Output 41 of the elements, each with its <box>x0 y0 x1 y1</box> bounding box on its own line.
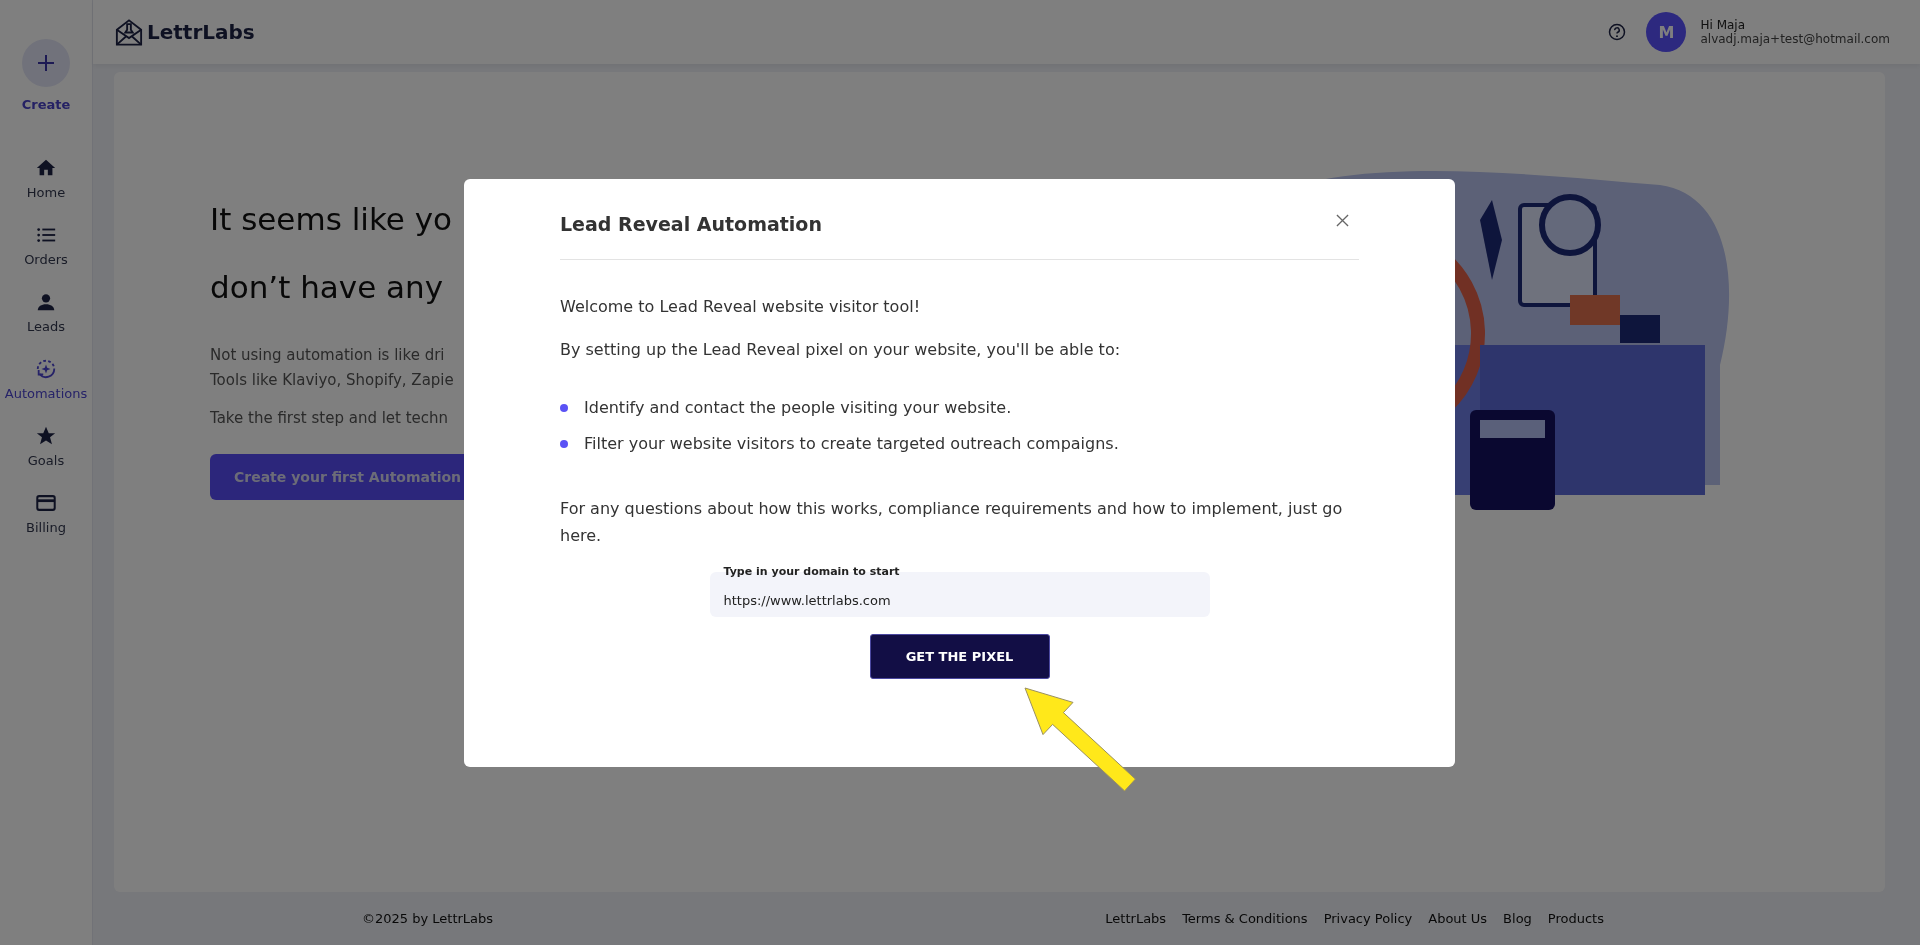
nav-item[interactable]: Home <box>26 157 66 200</box>
bullet-dot-icon <box>560 440 568 448</box>
footer-link[interactable]: Blog <box>1503 910 1532 926</box>
lead-text: By setting up the Lead Reveal pixel on your website, you'll be able to: <box>560 339 1122 361</box>
create-button[interactable] <box>22 39 70 87</box>
user-greeting: Hi Maja <box>1700 18 1747 32</box>
footer-link[interactable]: LettrLabs <box>1105 910 1167 926</box>
plus-icon <box>36 53 56 73</box>
description-line: Tools like Klaviyo, Shopify, Zapie <box>210 370 454 391</box>
bullet-dot-icon <box>560 404 568 412</box>
heading-line: It seems like yo <box>210 200 452 239</box>
intro-text: Welcome to Lead Reveal website visitor tool! <box>560 296 922 318</box>
bullet-text: Filter your website visitors to create targeted outreach compaigns. <box>584 433 1119 455</box>
nav-item[interactable]: Goals <box>27 425 65 468</box>
nav-item[interactable]: Orders <box>24 224 68 267</box>
logo-text: LettrLabs <box>147 20 255 44</box>
nav-item[interactable]: Leads <box>27 291 65 334</box>
description-line: Take the first step and let techn <box>210 408 449 429</box>
star-icon <box>35 425 57 447</box>
description-line: Not using automation is like dri <box>210 345 446 366</box>
help-note-text: For any questions about how this works, compliance requirements and how to implement, just go here. <box>560 498 1344 547</box>
heading-line: don’t have any <box>210 268 444 307</box>
automation-icon <box>35 358 57 380</box>
envelope-logo-icon <box>115 17 143 47</box>
copyright-text: ©2025 by LettrLabs <box>362 910 494 926</box>
credit-card-icon <box>35 492 57 514</box>
footer-link[interactable]: Products <box>1547 910 1604 926</box>
footer-link[interactable]: Privacy Policy <box>1323 910 1413 926</box>
footer-link[interactable]: Terms & Conditions <box>1182 910 1308 926</box>
user-avatar[interactable]: M <box>1646 12 1687 52</box>
create-label: Create <box>21 97 71 112</box>
modal-title: Lead Reveal Automation <box>560 213 822 235</box>
user-email: alvadj.maja+test@hotmail.com <box>1700 32 1890 46</box>
close-icon[interactable] <box>1336 213 1349 227</box>
nav-item[interactable]: Billing <box>26 492 66 535</box>
nav-item[interactable]: Automations <box>4 358 88 401</box>
help-icon[interactable] <box>1608 23 1627 41</box>
person-icon <box>35 291 57 313</box>
footer-link[interactable]: About Us <box>1428 910 1488 926</box>
get-pixel-button[interactable]: GET THE PIXEL <box>869 634 1050 679</box>
bullet-text: Identify and contact the people visiting your website. <box>584 397 1012 419</box>
